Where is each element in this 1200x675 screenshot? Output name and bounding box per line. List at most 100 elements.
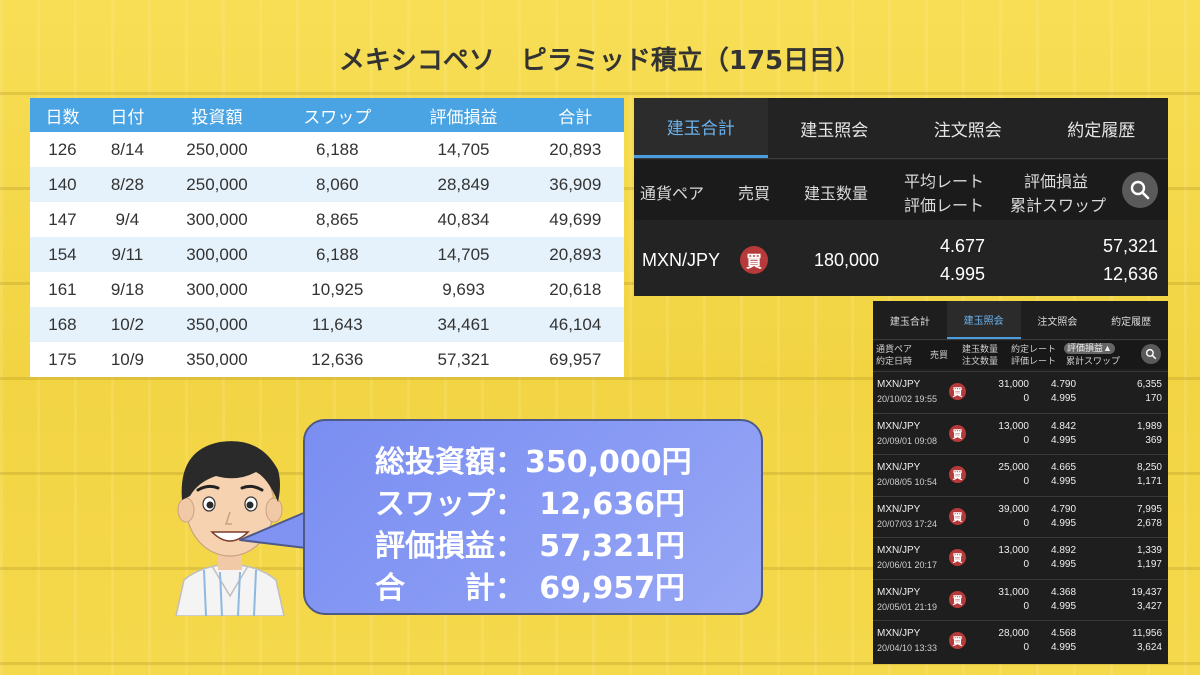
- summary-table-header-row: 日数 日付 投資額 スワップ 評価損益 合計: [30, 98, 624, 132]
- row-pair: MXN/JPY: [877, 545, 921, 556]
- tab-position-inquiry[interactable]: 建玉照会: [946, 301, 1021, 339]
- total-line: 合 計： 69,957円: [375, 563, 685, 607]
- row-eval-rate: 4.995: [940, 264, 986, 284]
- row-pair: MXN/JPY: [877, 503, 921, 515]
- header-execution-rate: 約定レート: [1011, 344, 1057, 354]
- table-row: 147 9/4 300,000 8,865 40,834 49,699: [30, 202, 624, 237]
- row-pair: MXN/JPY: [877, 586, 921, 598]
- cell-days: 168: [30, 307, 95, 342]
- detail-panel-tabs: 建玉合計 建玉照会 注文照会 約定履歴: [873, 301, 1168, 340]
- row-rate: 4.842: [1051, 420, 1077, 432]
- row-quantity: 13,000: [998, 420, 1029, 432]
- cell-swap: 12,636: [274, 342, 401, 377]
- cell-days: 126: [30, 132, 95, 167]
- swap-line: スワップ： 12,636円: [375, 479, 685, 523]
- buy-badge: 買: [740, 246, 768, 274]
- cell-days: 140: [30, 167, 95, 202]
- cell-investment: 250,000: [159, 132, 275, 167]
- list-item[interactable]: MXN/JPY 20/06/01 20:17 13,000 0 4.892 4.995 1,…: [873, 537, 1168, 579]
- row-order-quantity: 0: [1023, 559, 1029, 570]
- cell-days: 147: [30, 202, 95, 237]
- header-cumulative-swap: 累計スワップ: [1066, 356, 1121, 366]
- table-row: 140 8/28 250,000 8,060 28,849 36,909: [30, 167, 624, 202]
- list-item[interactable]: MXN/JPY 20/09/01 09:08 13,000 0 4.842 4.995 1,…: [873, 412, 1168, 455]
- header-avg-rate: 平均レート: [904, 174, 985, 191]
- cell-swap: 8,060: [274, 167, 401, 202]
- row-swap: 1,171: [1136, 476, 1162, 487]
- row-eval-pl: 19,437: [1131, 586, 1162, 598]
- row-avg-rate: 4.677: [940, 236, 986, 256]
- tab-position-total[interactable]: 建玉合計: [634, 98, 768, 158]
- col-header-total: 合計: [526, 98, 624, 132]
- cell-date: 8/28: [94, 167, 160, 202]
- page-title: メキシコペソ ピラミッド積立（175日目）: [338, 46, 862, 76]
- panel-tabs: 建玉合計 建玉照会 注文照会 約定履歴: [634, 98, 1168, 159]
- table-row: 175 10/9 350,000 12,636 57,321 69,957: [30, 342, 624, 377]
- tab-position-total[interactable]: 建玉合計: [873, 301, 947, 339]
- buy-badge: 買: [949, 590, 966, 608]
- row-eval-rate: 4.995: [1051, 393, 1077, 404]
- row-order-quantity: 0: [1023, 393, 1029, 404]
- header-side: 売買: [930, 350, 949, 360]
- list-item[interactable]: MXN/JPY 20/08/05 10:54 25,000 0 4.665 4.995 8,…: [873, 454, 1168, 496]
- list-item[interactable]: MXN/JPY 20/10/02 19:55 31,000 0 4.790 4.995 6,…: [873, 371, 1168, 413]
- tab-position-inquiry[interactable]: 建玉照会: [768, 98, 902, 158]
- cell-date: 8/14: [94, 132, 160, 167]
- row-quantity: 31,000: [998, 586, 1029, 598]
- row-eval-pl: 7,995: [1136, 503, 1162, 515]
- header-cumulative-swap: 累計スワップ: [1010, 198, 1107, 215]
- swap-value: 12,636円: [539, 487, 685, 522]
- header-currency-pair: 通貨ペア: [640, 186, 705, 203]
- list-item[interactable]: MXN/JPY 20/04/10 13:33 28,000 0 4.568 4.995 11…: [873, 620, 1168, 662]
- row-swap: 369: [1145, 434, 1162, 446]
- detail-column-headers: 通貨ペア 約定日時 売買 建玉数量 注文数量 約定レート 評価レート 評価損益▲…: [873, 341, 1168, 369]
- row-quantity: 180,000: [814, 250, 880, 270]
- row-eval-rate: 4.995: [1051, 517, 1077, 529]
- swap-label: スワップ：: [375, 487, 525, 522]
- row-eval-rate: 4.995: [1051, 600, 1077, 612]
- search-button[interactable]: [1141, 344, 1161, 364]
- tab-order-inquiry[interactable]: 注文照会: [1021, 301, 1095, 339]
- header-eval-rate: 評価レート: [904, 198, 985, 215]
- cell-total: 69,957: [526, 342, 624, 377]
- cell-investment: 350,000: [159, 307, 275, 342]
- row-quantity: 39,000: [998, 503, 1029, 515]
- panel-column-headers: 通貨ペア 売買 建玉数量 平均レート 評価レート 評価損益 累計スワップ: [634, 160, 1168, 220]
- cell-days: 154: [30, 237, 95, 272]
- list-item[interactable]: MXN/JPY 20/05/01 21:19 31,000 0 4.368 4.995 19…: [873, 578, 1168, 621]
- eval-pl-label: 評価損益：: [375, 529, 525, 564]
- col-header-pl: 評価損益: [400, 98, 527, 132]
- tab-order-inquiry[interactable]: 注文照会: [901, 98, 1035, 158]
- col-header-days: 日数: [30, 98, 95, 132]
- row-pair: MXN/JPY: [877, 379, 921, 390]
- tab-execution-history[interactable]: 約定履歴: [1035, 98, 1169, 158]
- row-pair: MXN/JPY: [877, 420, 921, 432]
- header-eval-pl: 評価損益: [1024, 174, 1089, 191]
- cell-total: 49,699: [526, 202, 624, 237]
- row-quantity: 25,000: [998, 462, 1029, 473]
- row-rate: 4.790: [1051, 503, 1077, 515]
- row-date: 20/08/05 10:54: [877, 477, 938, 487]
- cell-date: 10/9: [94, 342, 160, 377]
- row-pair: MXN/JPY: [877, 462, 921, 473]
- cell-date: 9/18: [94, 272, 160, 307]
- row-eval-pl: 1,989: [1136, 420, 1162, 432]
- row-eval-pl: 8,250: [1136, 462, 1162, 473]
- buy-badge: 買: [949, 549, 966, 566]
- row-swap: 2,678: [1136, 517, 1162, 529]
- cell-pl: 28,849: [400, 167, 527, 202]
- header-order-quantity: 注文数量: [962, 356, 999, 366]
- cell-days: 175: [30, 342, 95, 377]
- header-currency-pair: 通貨ペア: [876, 344, 913, 354]
- position-row[interactable]: MXN/JPY 買 180,000 4.677 4.995 57,321 12,…: [634, 222, 1168, 296]
- total-label: 合 計：: [375, 571, 525, 606]
- col-header-date: 日付: [94, 98, 160, 132]
- row-swap: 3,427: [1136, 600, 1162, 612]
- row-rate: 4.368: [1051, 586, 1077, 598]
- tab-execution-history[interactable]: 約定履歴: [1094, 301, 1168, 339]
- total-investment-value: 350,000円: [525, 445, 692, 480]
- search-button[interactable]: [1122, 172, 1158, 208]
- list-item[interactable]: MXN/JPY 20/07/03 17:24 39,000 0 4.790 4.995 7,…: [873, 495, 1168, 538]
- cell-date: 9/11: [94, 237, 160, 272]
- header-eval-pl-sort[interactable]: 評価損益▲: [1064, 343, 1115, 354]
